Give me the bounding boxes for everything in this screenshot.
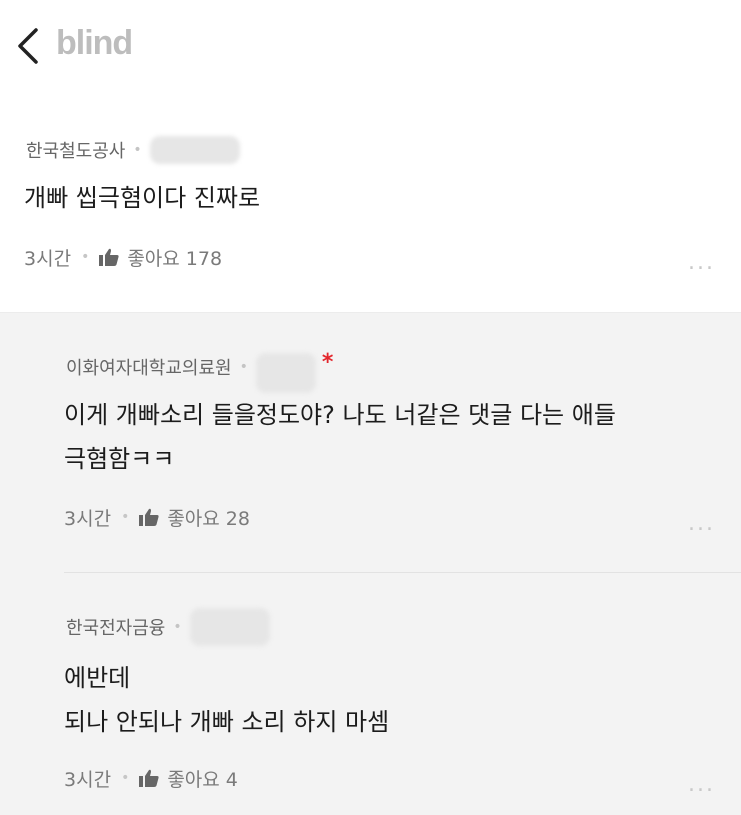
post-meta-row: 3시간 • 좋아요 178 (24, 243, 222, 271)
app-header: blind (0, 0, 741, 90)
post-more-button[interactable]: ... (688, 250, 715, 275)
blind-logo[interactable]: blind (56, 24, 133, 63)
verified-mark: * (321, 349, 334, 375)
comment-more-button[interactable]: ... (688, 772, 715, 797)
comment-content-line: 극혐함ㅋㅋ (64, 445, 175, 473)
post: 한국철도공사 • 개빠 씹극혐이다 진짜로 3시간 • 좋아요 178 ... (0, 90, 741, 312)
comment-meta-row: 3시간 • 좋아요 28 (64, 503, 250, 531)
comment-time: 3시간 (64, 507, 112, 530)
thumbs-up-icon[interactable] (139, 769, 159, 787)
separator-dot: • (81, 249, 90, 265)
chevron-left-icon (18, 28, 38, 64)
comment-time: 3시간 (64, 768, 112, 791)
separator-dot: • (173, 619, 182, 635)
comment-author-row: 이화여자대학교의료원 • * (66, 349, 334, 393)
blurred-nickname (255, 353, 316, 393)
comment-company[interactable]: 이화여자대학교의료원 (66, 354, 232, 380)
comment-more-button[interactable]: ... (688, 511, 715, 536)
comment-author-row: 한국전자금융 • (66, 608, 270, 646)
comment-content-line: 이게 개빠소리 들을정도야? 나도 너같은 댓글 다는 애들 (64, 401, 616, 429)
separator-dot: • (239, 359, 248, 375)
post-like-count[interactable]: 좋아요 178 (127, 244, 222, 271)
post-content: 개빠 씹극혐이다 진짜로 (24, 184, 261, 212)
post-time: 3시간 (24, 247, 72, 270)
post-company[interactable]: 한국철도공사 (26, 137, 125, 163)
comment-meta-row: 3시간 • 좋아요 4 (64, 764, 238, 792)
post-author-row: 한국철도공사 • (26, 135, 240, 165)
comment-like-count[interactable]: 좋아요 4 (167, 765, 238, 792)
comment-like-count[interactable]: 좋아요 28 (167, 504, 250, 531)
separator-dot: • (133, 142, 142, 158)
thumbs-up-icon[interactable] (139, 508, 159, 526)
thumbs-up-icon[interactable] (99, 248, 119, 266)
blurred-nickname (149, 136, 240, 164)
comment-content-line: 에반데 (64, 664, 131, 692)
separator-dot: • (121, 509, 130, 525)
back-button[interactable] (14, 26, 46, 66)
comment-company[interactable]: 한국전자금융 (66, 614, 165, 640)
comment-content-line: 되나 안되나 개빠 소리 하지 마셈 (64, 708, 390, 736)
blurred-nickname (189, 608, 270, 646)
comment-divider (64, 572, 741, 573)
separator-dot: • (121, 770, 130, 786)
